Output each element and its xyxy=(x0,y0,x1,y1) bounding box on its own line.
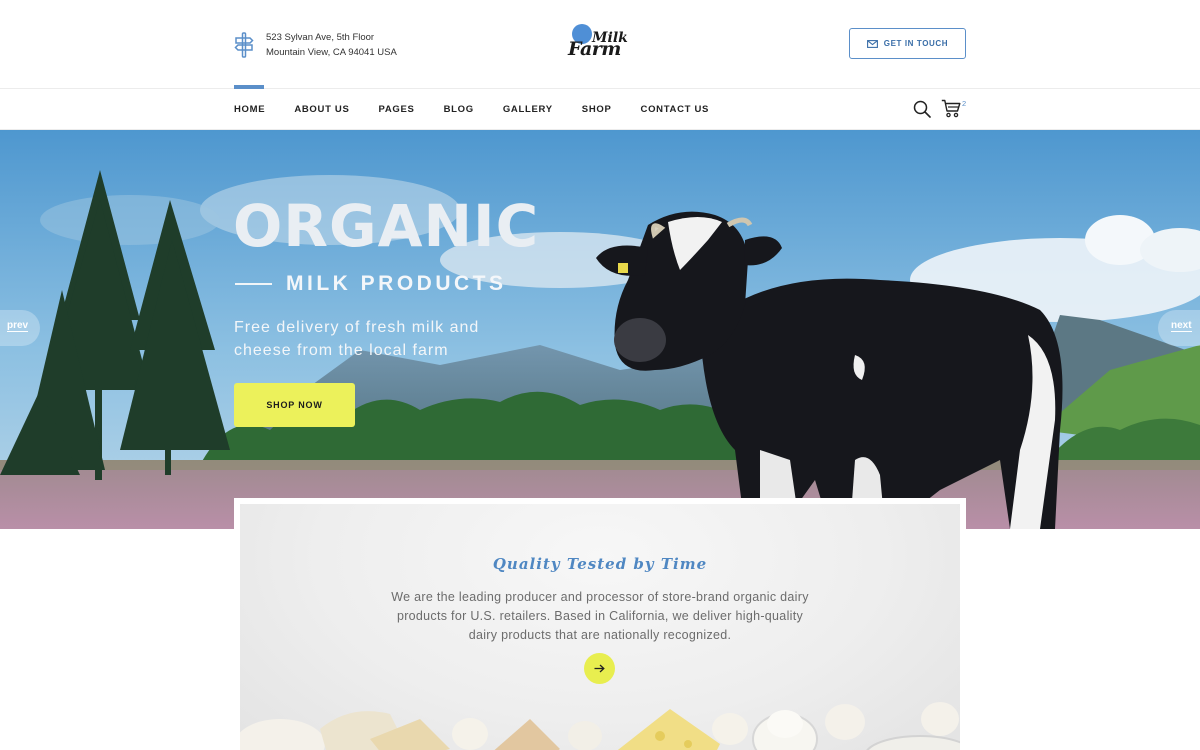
nav-item-blog[interactable]: BLOG xyxy=(444,104,474,115)
nav-item-shop[interactable]: SHOP xyxy=(582,104,612,115)
nav-item-contact-us[interactable]: CONTACT US xyxy=(641,104,710,115)
get-in-touch-button[interactable]: GET IN TOUCH xyxy=(849,28,966,59)
nav-item-pages[interactable]: PAGES xyxy=(379,104,415,115)
cart-count-badge: 2 xyxy=(962,99,967,108)
search-icon[interactable] xyxy=(913,100,931,118)
logo-word-farm: Farm xyxy=(568,38,621,60)
site-logo[interactable]: Milk Farm xyxy=(566,22,638,62)
hero-slider: ORGANIC MILK PRODUCTS Free delivery of f… xyxy=(0,130,1200,529)
top-header: 523 Sylvan Ave, 5th Floor Mountain View,… xyxy=(0,0,1200,88)
cart-icon[interactable] xyxy=(941,99,961,118)
quality-title: Quality Tested by Time xyxy=(492,555,708,573)
hero-title: ORGANIC xyxy=(233,192,540,260)
address-block: 523 Sylvan Ave, 5th Floor Mountain View,… xyxy=(234,30,397,60)
slider-prev-button[interactable]: prev xyxy=(0,310,40,346)
hero-subtitle-divider xyxy=(235,283,272,285)
quality-description: We are the leading producer and processo… xyxy=(391,590,809,642)
main-nav: HOME ABOUT US PAGES BLOG GALLERY SHOP CO… xyxy=(0,85,1200,130)
nav-item-home[interactable]: HOME xyxy=(234,104,265,115)
address-text: 523 Sylvan Ave, 5th Floor Mountain View,… xyxy=(266,30,397,60)
get-in-touch-label: GET IN TOUCH xyxy=(883,39,949,48)
hero-description: Free delivery of fresh milk and cheese f… xyxy=(234,319,480,359)
slider-next-button[interactable]: next xyxy=(1158,310,1200,346)
nav-item-about-us[interactable]: ABOUT US xyxy=(294,104,349,115)
hero-subtitle-row: MILK PRODUCTS xyxy=(235,272,507,296)
quality-feature-card: Quality Tested by Time We are the leadin… xyxy=(234,498,966,750)
nav-item-gallery[interactable]: GALLERY xyxy=(503,104,553,115)
signpost-icon xyxy=(234,32,254,58)
dairy-products-image xyxy=(240,702,960,750)
read-more-button[interactable] xyxy=(584,653,615,684)
slider-next-label: next xyxy=(1171,320,1192,332)
hero-background-image xyxy=(0,130,1200,529)
address-line-2: Mountain View, CA 94041 USA xyxy=(266,47,397,58)
slider-prev-label: prev xyxy=(7,320,29,332)
quality-card-body: Quality Tested by Time We are the leadin… xyxy=(240,504,960,750)
address-line-1: 523 Sylvan Ave, 5th Floor xyxy=(266,32,375,43)
shop-now-button[interactable]: SHOP NOW xyxy=(234,383,355,427)
arrow-right-icon xyxy=(594,664,605,673)
nav-menu: HOME ABOUT US PAGES BLOG GALLERY SHOP CO… xyxy=(234,89,738,129)
mail-icon xyxy=(866,39,878,48)
hero-subtitle: MILK PRODUCTS xyxy=(286,272,507,295)
